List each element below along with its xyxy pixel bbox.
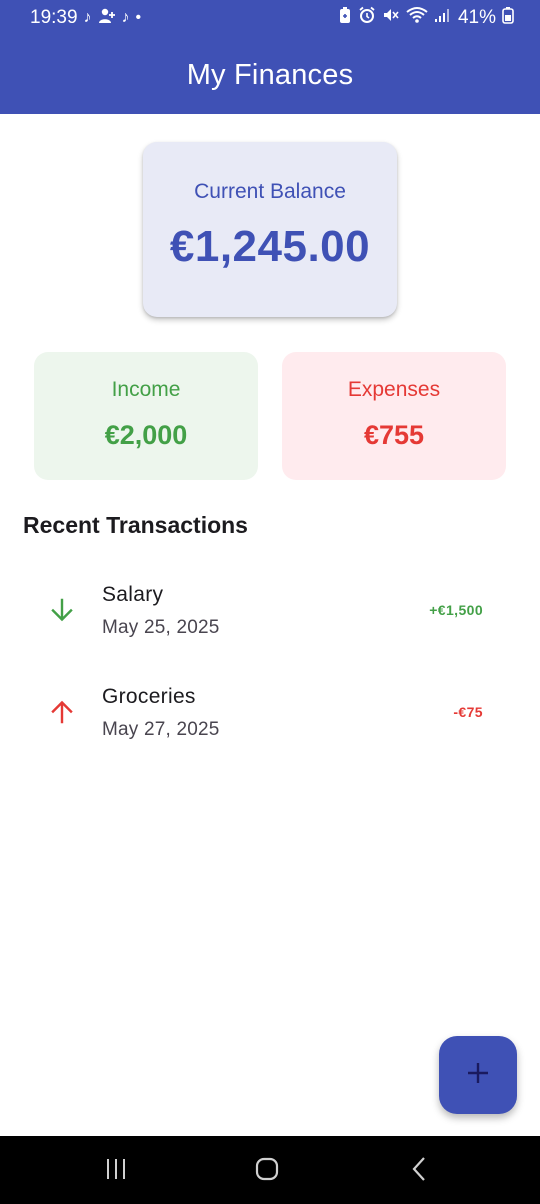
transaction-date: May 27, 2025 xyxy=(102,719,220,740)
transaction-date: May 25, 2025 xyxy=(102,617,220,638)
transaction-amount: +€1,500 xyxy=(429,602,483,618)
app-bar: My Finances xyxy=(0,36,540,114)
battery-text: 41% xyxy=(457,7,496,28)
back-button[interactable] xyxy=(399,1156,439,1186)
section-title-transactions: Recent Transactions xyxy=(23,512,248,538)
balance-label: Current Balance xyxy=(194,180,346,203)
transaction-amount: -€75 xyxy=(453,704,483,720)
income-amount: €2,000 xyxy=(104,420,188,450)
list-item[interactable]: Salary May 25, 2025 +€1,500 xyxy=(0,566,540,662)
transaction-title: Groceries xyxy=(102,685,196,708)
status-time: 19:39 xyxy=(30,7,78,28)
status-bar: 19:39 ♪ ♪ • 41% xyxy=(0,0,540,36)
expenses-label: Expenses xyxy=(347,378,441,401)
add-transaction-button[interactable] xyxy=(439,1036,517,1114)
expenses-card: Expenses €755 xyxy=(282,352,506,480)
plus-icon xyxy=(466,1061,490,1090)
tiktok-icon: ♪ xyxy=(83,9,92,26)
arrow-up-icon xyxy=(48,698,76,726)
battery-icon xyxy=(502,6,514,30)
recents-button[interactable] xyxy=(96,1156,136,1186)
income-label: Income xyxy=(111,378,181,401)
dot-icon: • xyxy=(135,9,142,26)
arrow-down-icon xyxy=(48,596,76,624)
person-add-icon xyxy=(98,8,116,28)
home-icon xyxy=(254,1156,280,1187)
alarm-icon xyxy=(358,6,376,30)
tiktok-icon: ♪ xyxy=(121,9,130,26)
page-title: My Finances xyxy=(186,58,354,91)
list-item[interactable]: Groceries May 27, 2025 -€75 xyxy=(0,668,540,764)
battery-saver-icon xyxy=(338,6,352,30)
signal-icon xyxy=(434,7,452,29)
expenses-amount: €755 xyxy=(363,420,425,450)
income-card: Income €2,000 xyxy=(34,352,258,480)
transaction-title: Salary xyxy=(102,583,164,606)
balance-amount: €1,245.00 xyxy=(169,222,371,271)
system-nav-bar xyxy=(0,1136,540,1204)
status-right: 41% xyxy=(338,6,514,30)
home-button[interactable] xyxy=(247,1156,287,1186)
back-icon xyxy=(409,1156,429,1187)
balance-card: Current Balance €1,245.00 xyxy=(143,142,397,317)
mute-icon xyxy=(382,6,400,30)
recents-icon xyxy=(104,1158,128,1185)
wifi-icon xyxy=(406,6,428,30)
status-left: 19:39 ♪ ♪ • xyxy=(30,7,141,29)
